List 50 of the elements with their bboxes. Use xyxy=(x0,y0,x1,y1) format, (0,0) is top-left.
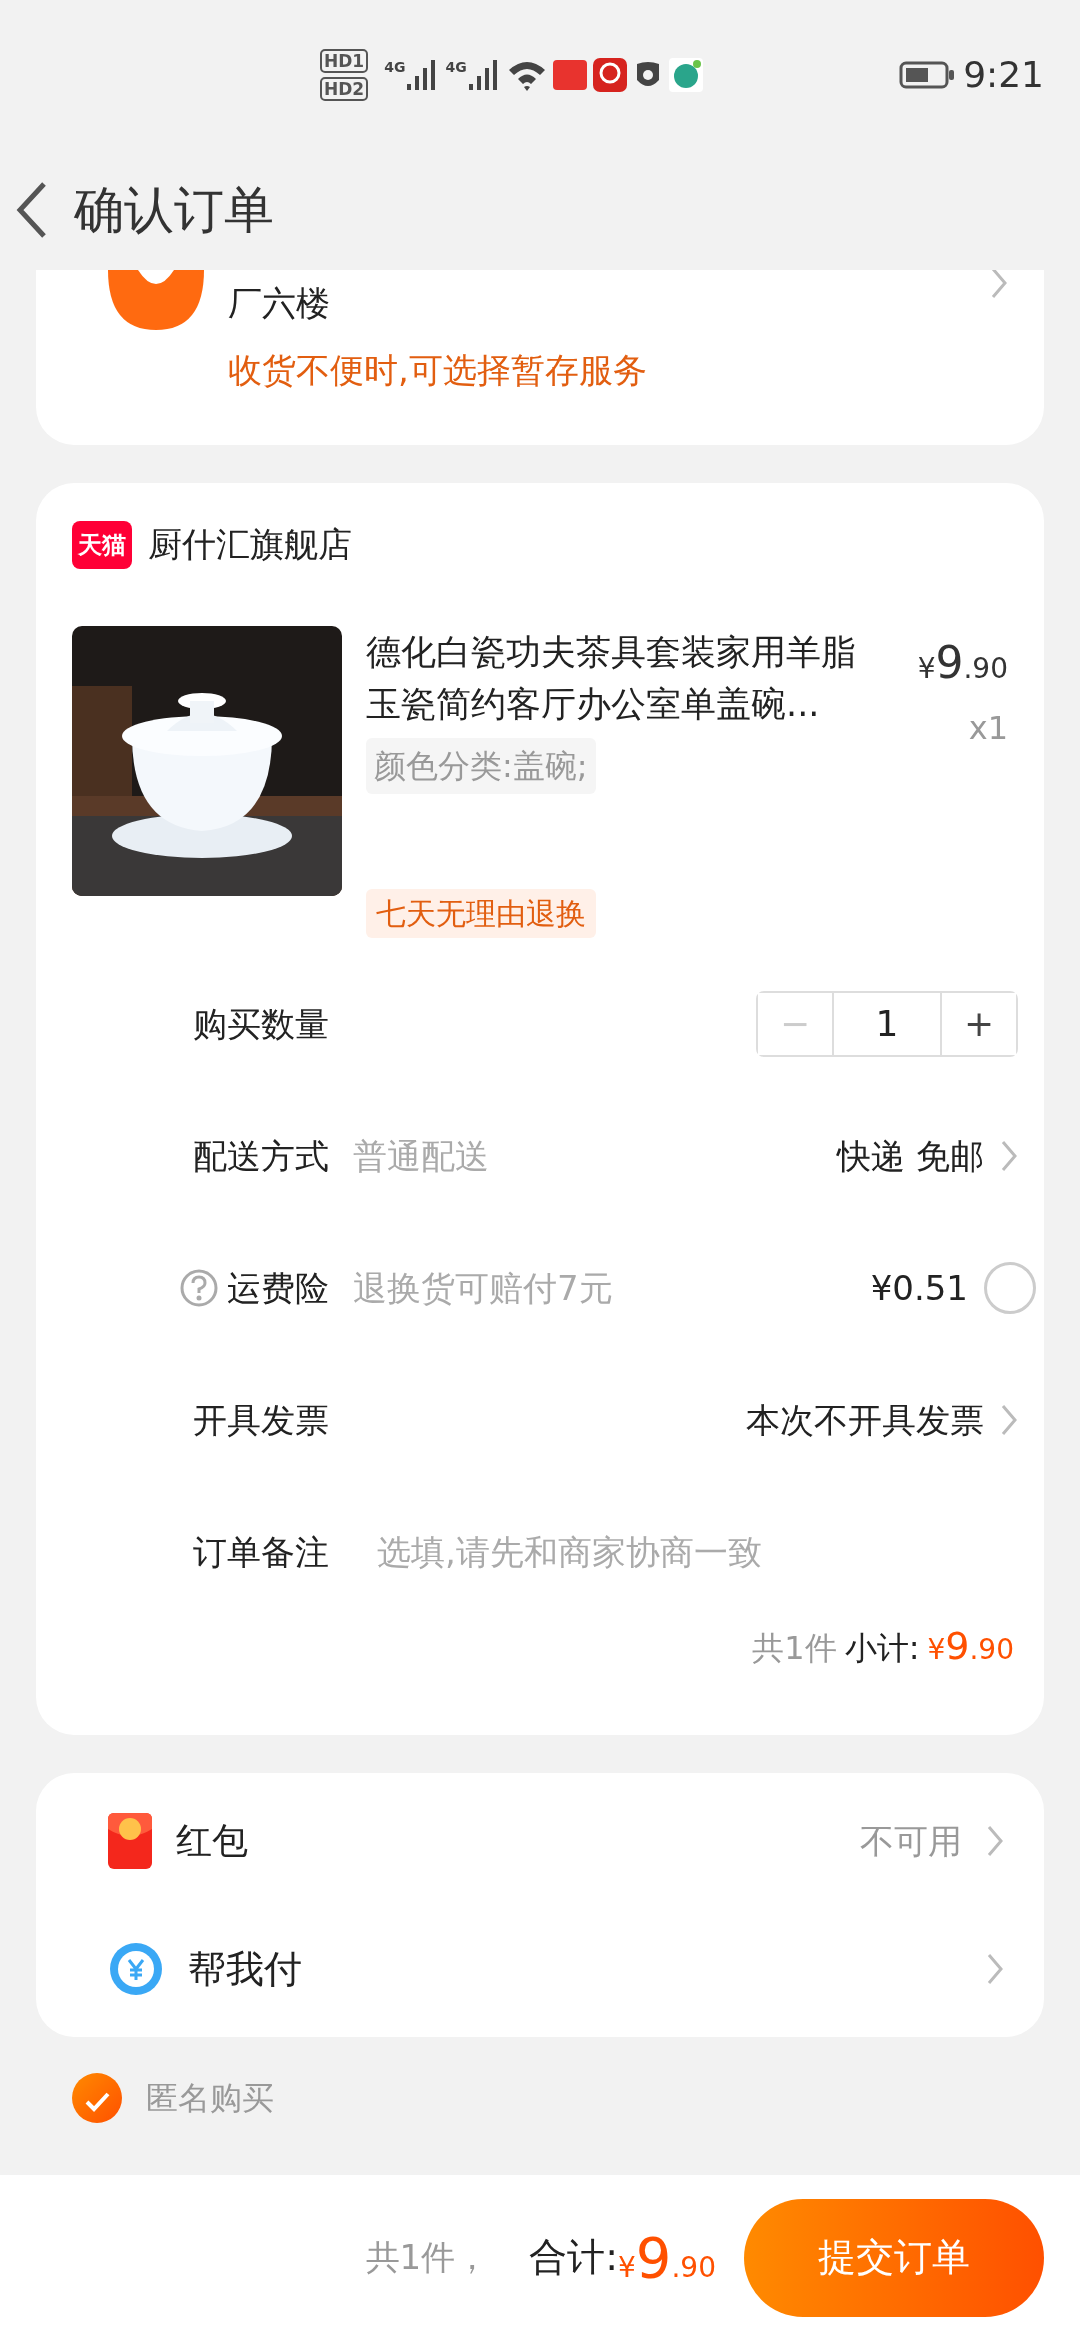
page-title: 确认订单 xyxy=(74,179,274,241)
row-label: 开具发票 xyxy=(193,1398,329,1442)
submit-order-button[interactable]: 提交订单 xyxy=(744,2198,1044,2317)
total-price: ¥9.90 xyxy=(618,2223,716,2292)
row-detail: 退换货可赔付7元 xyxy=(353,1266,613,1310)
row-value: 快递 免邮 xyxy=(837,1134,984,1178)
item-count: 共1件， xyxy=(365,2236,490,2279)
chevron-right-icon[interactable] xyxy=(986,1952,1004,1986)
app-icon xyxy=(552,58,587,92)
item-count: 共1件 xyxy=(752,1628,837,1669)
subtotal-price: ¥9.90 xyxy=(927,1623,1014,1670)
sim-label: HD1 xyxy=(320,49,369,73)
address-text: 厂六楼 xyxy=(228,282,331,325)
benefit-label: 帮我付 xyxy=(188,1945,302,1993)
subtotal-label: 小计: xyxy=(844,1628,920,1669)
row-label: 订单备注 xyxy=(193,1530,329,1574)
anonymous-checkbox[interactable] xyxy=(72,2073,122,2123)
chevron-right-icon[interactable] xyxy=(1000,1403,1018,1437)
total-label: 合计: xyxy=(529,2234,618,2281)
item-quantity: x1 xyxy=(968,708,1008,749)
app-icon xyxy=(668,58,703,92)
anonymous-label: 匿名购买 xyxy=(146,2078,274,2119)
sim-label: HD2 xyxy=(320,77,369,101)
status-time: 9:21 xyxy=(963,53,1044,97)
storage-notice: 收货不便时,可选择暂存服务 xyxy=(228,349,648,392)
chevron-right-icon[interactable] xyxy=(990,270,1008,300)
network-label: 4G xyxy=(384,57,406,77)
chevron-right-icon[interactable] xyxy=(1000,1139,1018,1173)
row-value: 本次不开具发票 xyxy=(746,1398,984,1442)
product-title: 德化白瓷功夫茶具套装家用羊脂玉瓷简约客厅办公室单盖碗... xyxy=(366,631,857,726)
benefit-value: 不可用 xyxy=(860,1819,962,1863)
radio-button[interactable] xyxy=(984,1262,1036,1314)
store-name: 厨什汇旗舰店 xyxy=(148,523,352,566)
battery-icon xyxy=(899,60,956,90)
row-label: 配送方式 xyxy=(193,1134,329,1178)
help-icon[interactable] xyxy=(179,1268,219,1308)
yuan-coin-icon xyxy=(108,1941,164,1997)
product-price: ¥9.90 xyxy=(917,636,1008,690)
return-policy-tag: 七天无理由退换 xyxy=(366,889,596,938)
benefit-label: 红包 xyxy=(176,1819,248,1863)
chevron-right-icon[interactable] xyxy=(986,1824,1004,1858)
app-icon xyxy=(592,58,627,92)
product-variant: 颜色分类:盖碗; xyxy=(366,738,596,794)
row-value: ¥0.51 xyxy=(870,1266,968,1310)
row-detail: 普通配送 xyxy=(353,1134,489,1178)
network-label: 4G xyxy=(445,57,467,77)
row-label: 购买数量 xyxy=(193,1002,329,1046)
store-badge: 天猫 xyxy=(72,520,132,569)
row-label: 运费险 xyxy=(227,1266,329,1310)
envelope-icon xyxy=(108,1813,152,1869)
